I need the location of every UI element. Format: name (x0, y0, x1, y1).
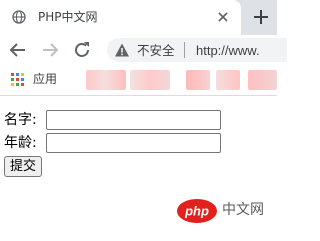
globe-icon (12, 10, 26, 24)
security-label[interactable]: 不安全 (137, 43, 175, 58)
bookmark-item-blurred[interactable] (186, 70, 210, 90)
arrow-right-icon[interactable] (40, 40, 60, 60)
php-logo: php (177, 199, 217, 223)
tab-title: PHP中文网 (38, 10, 98, 24)
bookmark-item-blurred[interactable] (130, 70, 170, 90)
browser-tab[interactable]: PHP中文网 (0, 0, 241, 35)
name-label: 名字: (4, 112, 37, 128)
name-input[interactable] (46, 110, 221, 130)
bookmark-item-blurred[interactable] (86, 70, 126, 90)
warning-triangle-icon[interactable] (114, 42, 130, 58)
apps-label[interactable]: 应用 (33, 72, 57, 87)
bookmark-item-blurred[interactable] (248, 70, 277, 90)
plus-icon[interactable] (251, 7, 271, 27)
arrow-left-icon[interactable] (8, 40, 28, 60)
watermark-site-text: 中文网 (222, 202, 264, 218)
url-text[interactable]: http://www. (196, 43, 260, 58)
close-icon[interactable] (215, 9, 231, 25)
logo-text: php (184, 204, 209, 219)
age-input[interactable] (46, 133, 221, 153)
age-label: 年龄: (4, 135, 37, 151)
bookmark-item-blurred[interactable] (216, 70, 240, 90)
omnibox-divider (184, 42, 185, 58)
submit-button[interactable]: 提交 (4, 156, 43, 177)
apps-grid-icon[interactable] (11, 73, 24, 86)
reload-icon[interactable] (72, 40, 92, 60)
